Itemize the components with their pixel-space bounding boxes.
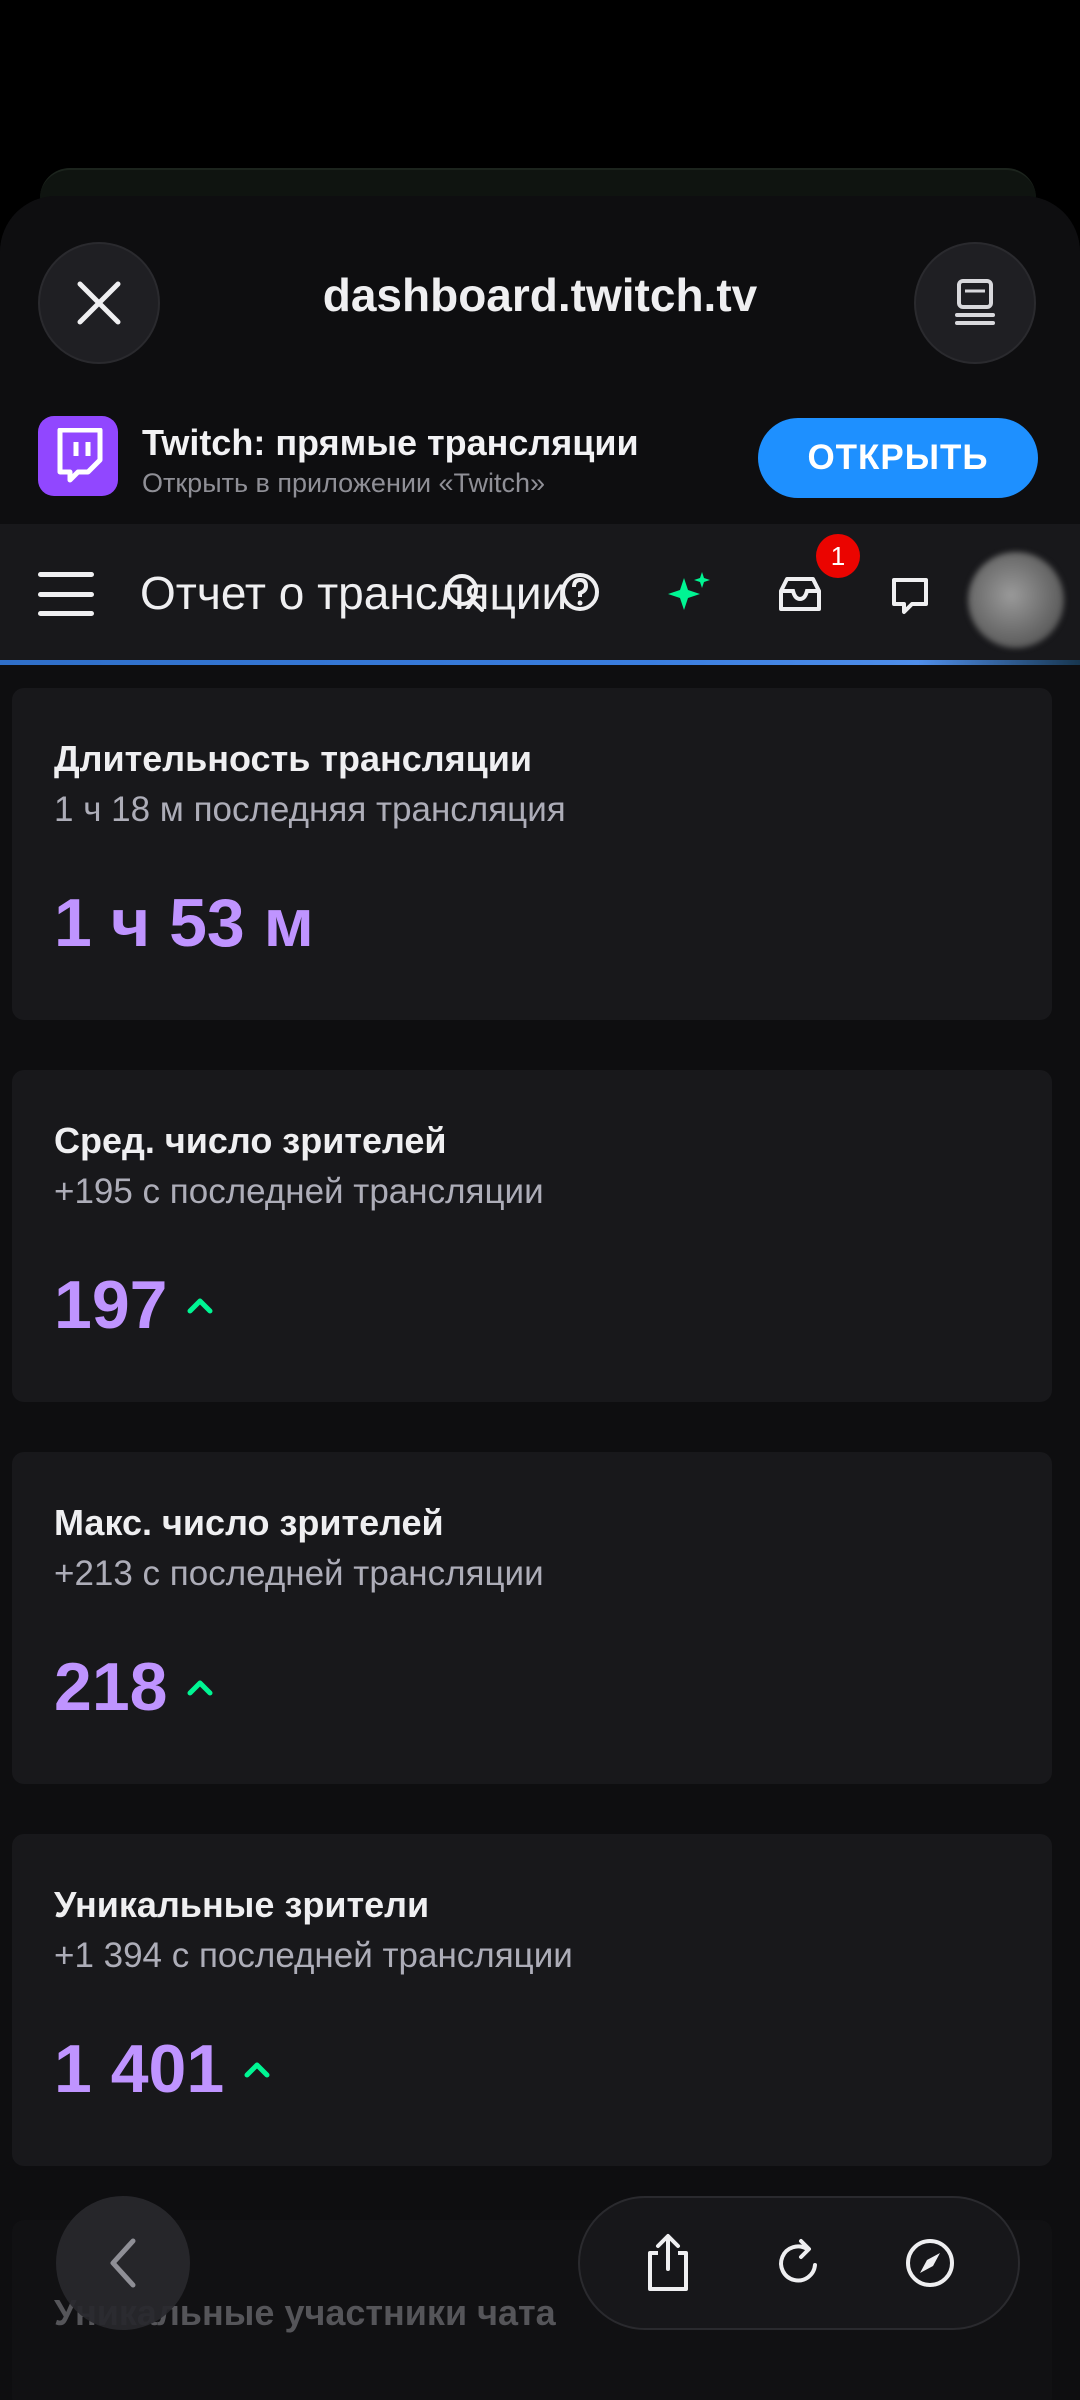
stat-subtitle: +1 394 с последней трансляции	[54, 1936, 573, 1975]
twitch-logo-icon[interactable]	[38, 416, 118, 496]
stat-subtitle: 1 ч 18 м последняя трансляция	[54, 790, 566, 829]
stat-subtitle: +213 с последней трансляции	[54, 1554, 544, 1593]
stat-value: 197	[54, 1266, 215, 1344]
stat-card-unique-viewers: Уникальные зрители +1 394 с последней тр…	[12, 1834, 1052, 2166]
inbox-icon[interactable]	[772, 566, 828, 622]
trend-up-icon	[242, 2058, 272, 2080]
compass-button[interactable]	[890, 2223, 970, 2303]
stat-title: Уникальные зрители	[54, 1884, 430, 1925]
trend-up-icon	[185, 1294, 215, 1316]
menu-icon[interactable]	[38, 572, 94, 616]
back-button[interactable]	[56, 2196, 190, 2330]
desktop-mode-button[interactable]	[914, 242, 1036, 364]
stat-card-avg-viewers: Сред. число зрителей +195 с последней тр…	[12, 1070, 1052, 1402]
app-banner-subtitle: Открыть в приложении «Twitch»	[142, 468, 546, 498]
reload-icon	[779, 2239, 817, 2283]
whispers-icon[interactable]	[882, 568, 938, 624]
stat-value-text: 1 ч 53 м	[54, 885, 314, 961]
inbox-badge: 1	[816, 534, 860, 578]
navbar-underline	[0, 660, 1080, 665]
avatar[interactable]	[968, 552, 1064, 648]
stat-title: Макс. число зрителей	[54, 1502, 444, 1543]
sparkle-icon[interactable]	[660, 566, 716, 622]
search-icon[interactable]	[436, 564, 492, 620]
stat-value-text: 197	[54, 1267, 168, 1343]
compass-icon	[906, 2239, 955, 2287]
desktop-mode-icon	[955, 279, 995, 325]
stat-card-duration: Длительность трансляции 1 ч 18 м последн…	[12, 688, 1052, 1020]
share-icon	[647, 2234, 688, 2291]
stat-value: 1 ч 53 м	[54, 884, 314, 962]
stat-subtitle: +195 с последней трансляции	[54, 1172, 544, 1211]
stat-title: Сред. число зрителей	[54, 1120, 447, 1161]
share-button[interactable]	[628, 2223, 708, 2303]
back-icon	[110, 2238, 136, 2288]
stat-title: Длительность трансляции	[54, 738, 533, 779]
app-banner-title: Twitch: прямые трансляции	[142, 422, 639, 463]
open-app-button[interactable]: ОТКРЫТЬ	[758, 418, 1038, 498]
trend-up-icon	[185, 1676, 215, 1698]
stat-value-text: 218	[54, 1649, 168, 1725]
url-bar: dashboard.twitch.tv	[0, 196, 1080, 408]
dashboard-navbar: Отчет о трансляции 1	[0, 524, 1080, 660]
stat-value-text: 1 401	[54, 2031, 225, 2107]
reload-button[interactable]	[759, 2223, 839, 2303]
help-icon[interactable]	[552, 564, 608, 620]
stat-card-max-viewers: Макс. число зрителей +213 с последней тр…	[12, 1452, 1052, 1784]
browser-toolbar	[578, 2196, 1020, 2330]
stat-value: 218	[54, 1648, 215, 1726]
page-title: Отчет о трансляции	[140, 567, 568, 619]
stat-value: 1 401	[54, 2030, 272, 2108]
